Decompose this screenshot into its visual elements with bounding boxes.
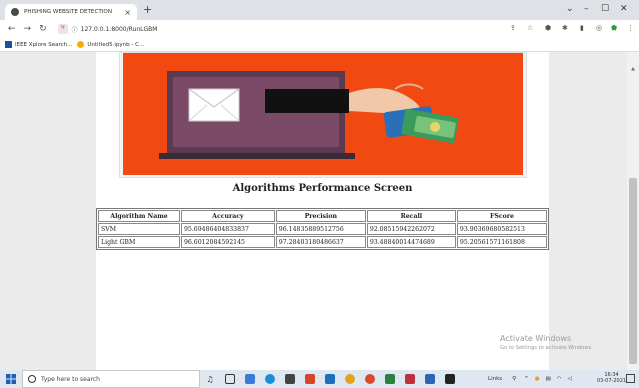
tab-search-icon[interactable]: ⌄ xyxy=(566,3,574,15)
page-viewport: Algorithms Performance Screen Algorithm … xyxy=(0,52,627,370)
reload-icon[interactable]: ↻ xyxy=(39,20,47,38)
url-text[interactable]: 127.0.0.1:8000/RunLGBM xyxy=(81,26,158,33)
notification-icon[interactable] xyxy=(626,374,635,383)
app-icon-6[interactable] xyxy=(420,370,440,388)
table-header-row: Algorithm Name Accuracy Precision Recall… xyxy=(98,210,547,222)
wifi-icon[interactable]: ◠ xyxy=(557,376,562,382)
table-cell: 97.28403180486637 xyxy=(275,236,366,248)
translate-badge[interactable]: ঙ্গ xyxy=(58,24,68,34)
table-row: Light GBM 96.6012084592145 97.2840318048… xyxy=(98,236,547,248)
page-title: Algorithms Performance Screen xyxy=(232,183,413,194)
app-icon-3[interactable] xyxy=(320,370,340,388)
new-tab-button[interactable]: + xyxy=(143,4,152,16)
windows-start-button[interactable] xyxy=(0,370,22,388)
phishing-illustration xyxy=(159,71,459,159)
task-view-icon[interactable] xyxy=(220,370,240,388)
minimize-button[interactable]: – xyxy=(584,3,589,15)
site-favicon-icon xyxy=(11,8,19,16)
table-cell: 96.6012084592145 xyxy=(180,236,275,248)
close-tab-icon[interactable]: × xyxy=(124,8,131,17)
vertical-scrollbar[interactable]: ▲ xyxy=(627,52,639,370)
extension-icon[interactable]: ⬢ xyxy=(545,24,551,32)
url-field[interactable]: ঙ্গ ⓘ 127.0.0.1:8000/RunLGBM xyxy=(58,22,157,36)
tab-strip: PHISHING WEBSITE DETECTION × + ⌄ – ☐ ✕ xyxy=(0,0,639,20)
share-icon[interactable]: ⇪ xyxy=(510,24,516,32)
table-row: SVM 95.69486404833837 96.14835889512756 … xyxy=(98,223,547,235)
scroll-up-icon[interactable]: ▲ xyxy=(627,66,639,72)
search-icon xyxy=(28,375,36,383)
microphone-icon[interactable]: ♫ xyxy=(200,370,220,388)
app-icon-4[interactable] xyxy=(380,370,400,388)
menu-icon[interactable]: ⋮ xyxy=(627,24,634,32)
table-cell: 93.48840014474689 xyxy=(366,236,456,248)
app-icon-2[interactable] xyxy=(300,370,320,388)
bookmark-label: Untitled5.ipynb - C... xyxy=(87,41,145,48)
puzzle-icon[interactable]: ✱ xyxy=(562,24,568,32)
chrome-icon[interactable] xyxy=(340,370,360,388)
watermark-subtitle: Go to Settings to activate Windows. xyxy=(500,345,593,351)
volume-icon[interactable]: ◁ xyxy=(568,376,572,382)
links-toolbar[interactable]: Links xyxy=(488,376,502,382)
address-toolbar: ← → ↻ ঙ্গ ⓘ 127.0.0.1:8000/RunLGBM xyxy=(0,20,639,38)
column-header: Algorithm Name xyxy=(98,210,180,222)
back-icon[interactable]: ← xyxy=(8,20,16,38)
chrome-active-icon[interactable] xyxy=(360,370,380,388)
windows-taskbar: Type here to search ♫ Links ⚲ ^ ● ▤ ◠ ◁ … xyxy=(0,370,639,388)
bookmarks-bar: IEEE Xplore Search... Untitled5.ipynb - … xyxy=(0,38,639,52)
column-header: Precision xyxy=(275,210,366,222)
column-header: Recall xyxy=(366,210,456,222)
column-header: Accuracy xyxy=(180,210,275,222)
ieee-icon xyxy=(5,41,12,48)
taskbar-clock[interactable]: 16:34 03-07-2021 xyxy=(597,372,626,384)
table-cell: 96.14835889512756 xyxy=(275,223,366,235)
profile-icon[interactable]: ◎ xyxy=(596,24,602,32)
bookmark-ieee[interactable]: IEEE Xplore Search... xyxy=(5,41,72,48)
network-icon[interactable]: ▤ xyxy=(546,376,551,382)
taskbar-search-input[interactable]: Type here to search xyxy=(22,370,200,388)
app-icon-1[interactable] xyxy=(240,370,260,388)
sleeve-shape xyxy=(265,89,349,113)
table-cell: 93.90369680582513 xyxy=(456,223,547,235)
search-placeholder: Type here to search xyxy=(41,375,100,383)
clock-date: 03-07-2021 xyxy=(597,378,627,384)
tray-chevron-icon[interactable]: ^ xyxy=(524,376,529,382)
scrollbar-thumb[interactable] xyxy=(629,178,637,364)
watermark-title: Activate Windows xyxy=(500,334,572,343)
activate-windows-watermark: Activate Windows Go to Settings to activ… xyxy=(500,334,593,351)
banner-frame xyxy=(119,52,527,178)
forward-icon[interactable]: → xyxy=(24,20,32,38)
windows-logo-icon xyxy=(6,374,16,384)
bookmark-label: IEEE Xplore Search... xyxy=(15,41,73,48)
close-window-button[interactable]: ✕ xyxy=(620,3,628,15)
site-info-icon[interactable]: ⓘ xyxy=(72,25,78,34)
laptop-base xyxy=(159,153,355,159)
bookmark-colab[interactable]: Untitled5.ipynb - C... xyxy=(77,41,144,48)
phishing-banner-image xyxy=(123,53,523,175)
content-column: Algorithms Performance Screen Algorithm … xyxy=(96,52,549,370)
maximize-button[interactable]: ☐ xyxy=(601,3,609,15)
edge-icon[interactable] xyxy=(260,370,280,388)
app-icon-5[interactable] xyxy=(400,370,420,388)
browser-tab[interactable]: PHISHING WEBSITE DETECTION × xyxy=(5,4,137,20)
bookmark-star-icon[interactable]: ☆ xyxy=(527,24,533,32)
table-cell: SVM xyxy=(98,223,180,235)
table-cell: Light GBM xyxy=(98,236,180,248)
shield-icon[interactable]: ⬟ xyxy=(611,24,617,32)
system-tray: Links ⚲ ^ ● ▤ ◠ ◁ xyxy=(488,370,572,388)
performance-table: Algorithm Name Accuracy Precision Recall… xyxy=(96,208,549,250)
store-icon[interactable] xyxy=(280,370,300,388)
tab-title: PHISHING WEBSITE DETECTION xyxy=(24,9,113,15)
sidepanel-icon[interactable]: ▮ xyxy=(580,24,584,32)
table-cell: 95.20561571161808 xyxy=(456,236,547,248)
table-cell: 95.69486404833837 xyxy=(180,223,275,235)
colab-icon xyxy=(77,41,85,48)
table-cell: 92.08515942262072 xyxy=(366,223,456,235)
column-header: FScore xyxy=(456,210,547,222)
people-icon[interactable]: ⚲ xyxy=(512,376,516,382)
weather-icon[interactable]: ● xyxy=(535,376,540,382)
terminal-icon[interactable] xyxy=(440,370,460,388)
